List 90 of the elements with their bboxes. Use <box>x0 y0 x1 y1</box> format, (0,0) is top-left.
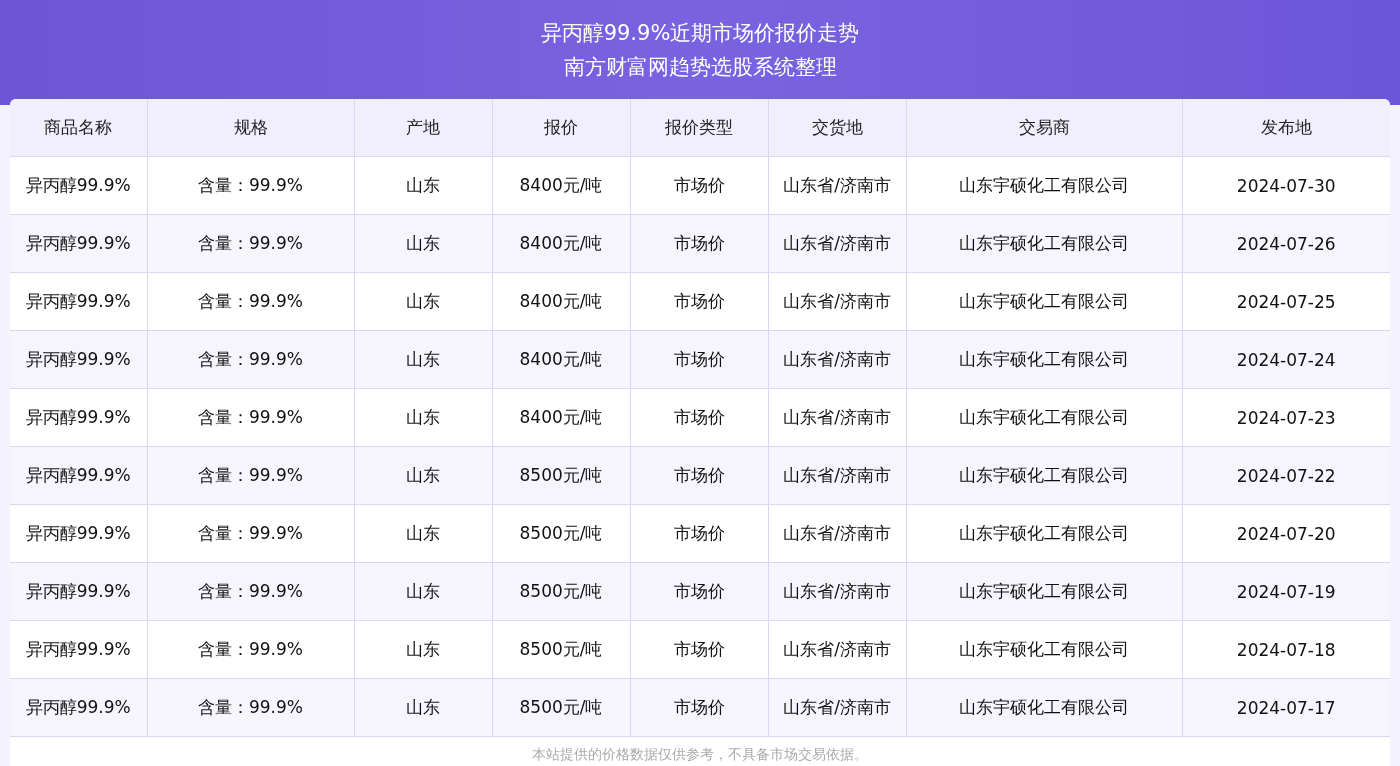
page-subtitle: 南方财富网趋势选股系统整理 <box>563 53 837 81</box>
table-cell: 山东宇硕化工有限公司 <box>906 446 1182 505</box>
table-cell: 市场价 <box>630 562 768 621</box>
table-cell: 异丙醇99.9% <box>10 678 147 737</box>
table-cell: 山东省/济南市 <box>768 678 906 737</box>
table-cell: 异丙醇99.9% <box>10 330 147 389</box>
table-cell: 含量：99.9% <box>147 562 354 621</box>
table-cell: 山东宇硕化工有限公司 <box>906 330 1182 389</box>
table-cell: 异丙醇99.9% <box>10 446 147 505</box>
table-cell: 异丙醇99.9% <box>10 504 147 563</box>
table-cell: 8500元/吨 <box>492 562 630 621</box>
column-header: 交易商 <box>906 99 1182 157</box>
table-cell: 山东 <box>354 678 492 737</box>
table-cell: 市场价 <box>630 214 768 273</box>
table-cell: 山东宇硕化工有限公司 <box>906 388 1182 447</box>
table-cell: 山东宇硕化工有限公司 <box>906 156 1182 215</box>
table-cell: 含量：99.9% <box>147 272 354 331</box>
table-cell: 8400元/吨 <box>492 214 630 273</box>
table-cell: 异丙醇99.9% <box>10 272 147 331</box>
table-cell: 市场价 <box>630 620 768 679</box>
table-cell: 山东 <box>354 272 492 331</box>
table-cell: 含量：99.9% <box>147 620 354 679</box>
column-header: 报价类型 <box>630 99 768 157</box>
column-header: 商品名称 <box>10 99 147 157</box>
table-cell: 8500元/吨 <box>492 678 630 737</box>
table-cell: 山东省/济南市 <box>768 330 906 389</box>
table-cell: 含量：99.9% <box>147 330 354 389</box>
table-cell: 8400元/吨 <box>492 330 630 389</box>
table-cell: 市场价 <box>630 388 768 447</box>
table-cell: 8500元/吨 <box>492 504 630 563</box>
table-cell: 含量：99.9% <box>147 156 354 215</box>
table-cell: 2024-07-24 <box>1182 330 1390 389</box>
table-cell: 8400元/吨 <box>492 388 630 447</box>
table-cell: 2024-07-18 <box>1182 620 1390 679</box>
table-cell: 异丙醇99.9% <box>10 562 147 621</box>
table-cell: 山东宇硕化工有限公司 <box>906 678 1182 737</box>
table-cell: 山东 <box>354 214 492 273</box>
table-cell: 含量：99.9% <box>147 446 354 505</box>
table-cell: 8500元/吨 <box>492 446 630 505</box>
table-cell: 异丙醇99.9% <box>10 620 147 679</box>
table-cell: 山东宇硕化工有限公司 <box>906 504 1182 563</box>
table-cell: 山东 <box>354 562 492 621</box>
table-cell: 异丙醇99.9% <box>10 156 147 215</box>
table-cell: 山东 <box>354 388 492 447</box>
table-cell: 山东 <box>354 446 492 505</box>
table-cell: 含量：99.9% <box>147 504 354 563</box>
table-cell: 市场价 <box>630 504 768 563</box>
table-cell: 2024-07-25 <box>1182 272 1390 331</box>
table-cell: 异丙醇99.9% <box>10 388 147 447</box>
table-cell: 山东宇硕化工有限公司 <box>906 214 1182 273</box>
table-cell: 市场价 <box>630 446 768 505</box>
page-title: 异丙醇99.9%近期市场价报价走势 <box>540 19 860 47</box>
table-cell: 市场价 <box>630 678 768 737</box>
table-cell: 2024-07-17 <box>1182 678 1390 737</box>
table-cell: 2024-07-26 <box>1182 214 1390 273</box>
table-cell: 山东省/济南市 <box>768 504 906 563</box>
table-cell: 市场价 <box>630 272 768 331</box>
table-cell: 山东 <box>354 620 492 679</box>
table-cell: 山东宇硕化工有限公司 <box>906 620 1182 679</box>
table-cell: 市场价 <box>630 156 768 215</box>
table-cell: 市场价 <box>630 330 768 389</box>
table-cell: 山东省/济南市 <box>768 562 906 621</box>
table-cell: 2024-07-19 <box>1182 562 1390 621</box>
column-header: 交货地 <box>768 99 906 157</box>
table-cell: 含量：99.9% <box>147 678 354 737</box>
table-cell: 2024-07-20 <box>1182 504 1390 563</box>
column-header: 规格 <box>147 99 354 157</box>
column-header: 报价 <box>492 99 630 157</box>
table-cell: 山东省/济南市 <box>768 272 906 331</box>
table-cell: 2024-07-23 <box>1182 388 1390 447</box>
table-cell: 山东宇硕化工有限公司 <box>906 562 1182 621</box>
table-cell: 山东 <box>354 330 492 389</box>
table-cell: 异丙醇99.9% <box>10 214 147 273</box>
table-cell: 8400元/吨 <box>492 156 630 215</box>
table-cell: 8400元/吨 <box>492 272 630 331</box>
table-cell: 山东 <box>354 156 492 215</box>
table-cell: 山东 <box>354 504 492 563</box>
table-cell: 山东省/济南市 <box>768 446 906 505</box>
table-cell: 2024-07-30 <box>1182 156 1390 215</box>
table-cell: 山东省/济南市 <box>768 620 906 679</box>
table-cell: 山东省/济南市 <box>768 388 906 447</box>
table-cell: 2024-07-22 <box>1182 446 1390 505</box>
table-cell: 含量：99.9% <box>147 214 354 273</box>
table-cell: 含量：99.9% <box>147 388 354 447</box>
table-cell: 山东省/济南市 <box>768 214 906 273</box>
column-header: 发布地 <box>1182 99 1390 157</box>
column-header: 产地 <box>354 99 492 157</box>
table-cell: 8500元/吨 <box>492 620 630 679</box>
table-cell: 山东宇硕化工有限公司 <box>906 272 1182 331</box>
table-cell: 山东省/济南市 <box>768 156 906 215</box>
